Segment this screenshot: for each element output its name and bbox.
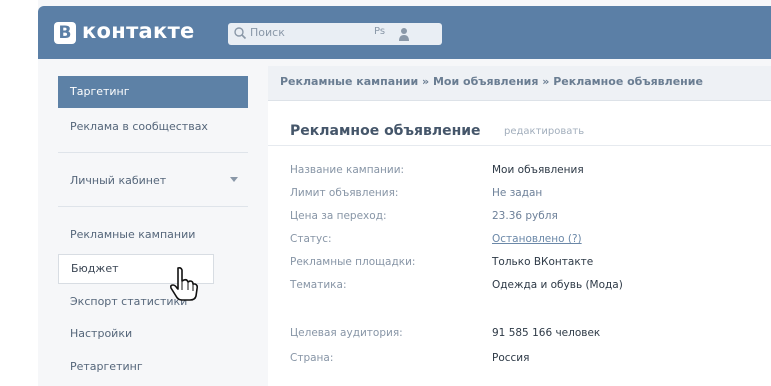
sidebar-item-settings[interactable]: Настройки bbox=[70, 327, 132, 340]
sidebar-item-targeting[interactable]: Таргетинг bbox=[58, 76, 248, 108]
search-placeholder: Поиск bbox=[250, 26, 285, 39]
chevron-down-icon[interactable] bbox=[230, 177, 238, 183]
sidebar: Таргетинг Реклама в сообществах Личный к… bbox=[58, 76, 252, 386]
sidebar-item-retargeting[interactable]: Ретаргетинг bbox=[70, 360, 143, 373]
search-input[interactable]: Поиск Ps bbox=[228, 23, 442, 45]
breadcrumb-bar: Рекламные кампании » Мои объявления » Ре… bbox=[268, 66, 771, 101]
label-ad-limit: Лимит объявления: bbox=[290, 187, 399, 199]
value-campaign-name: Мои объявления bbox=[492, 164, 584, 176]
vk-logo-icon[interactable]: В bbox=[54, 22, 76, 44]
value-status-link[interactable]: Остановлено (?) bbox=[492, 233, 582, 245]
value-target-audience: 91 585 166 человек bbox=[492, 327, 601, 339]
breadcrumb[interactable]: Рекламные кампании » Мои объявления » Ре… bbox=[280, 75, 703, 88]
label-topic: Тематика: bbox=[290, 279, 347, 291]
edit-link[interactable]: редактировать bbox=[504, 126, 584, 137]
sidebar-item-personal-account[interactable]: Личный кабинет bbox=[70, 174, 166, 187]
sidebar-item-community-ads[interactable]: Реклама в сообществах bbox=[70, 120, 208, 133]
sidebar-divider bbox=[58, 152, 248, 153]
value-cost-per-click: 23.36 рубля bbox=[492, 210, 558, 222]
label-campaign-name: Название кампании: bbox=[290, 164, 405, 176]
ad-details-panel: Рекламное объявление редактировать Назва… bbox=[268, 101, 771, 386]
search-shortcut-hint: Ps bbox=[374, 26, 386, 37]
label-status: Статус: bbox=[290, 233, 332, 245]
value-topic: Одежда и обувь (Мода) bbox=[492, 279, 623, 291]
search-icon bbox=[234, 27, 247, 40]
person-icon[interactable] bbox=[398, 27, 410, 41]
label-cost-per-click: Цена за переход: bbox=[290, 210, 387, 222]
logo-text[interactable]: контакте bbox=[82, 19, 195, 43]
title-divider bbox=[268, 145, 771, 146]
hand-cursor-icon bbox=[169, 266, 199, 301]
value-country: Россия bbox=[492, 352, 530, 364]
sidebar-item-ad-campaigns[interactable]: Рекламные кампании bbox=[70, 228, 195, 241]
value-ad-limit: Не задан bbox=[492, 187, 543, 199]
value-ad-platforms: Только ВКонтакте bbox=[492, 256, 594, 268]
sidebar-divider bbox=[58, 206, 248, 207]
label-ad-platforms: Рекламные площадки: bbox=[290, 256, 416, 268]
label-country: Страна: bbox=[290, 352, 334, 364]
label-target-audience: Целевая аудитория: bbox=[290, 327, 403, 339]
top-header: В контакте Поиск Ps bbox=[38, 6, 771, 59]
page-title: Рекламное объявление bbox=[290, 123, 481, 139]
